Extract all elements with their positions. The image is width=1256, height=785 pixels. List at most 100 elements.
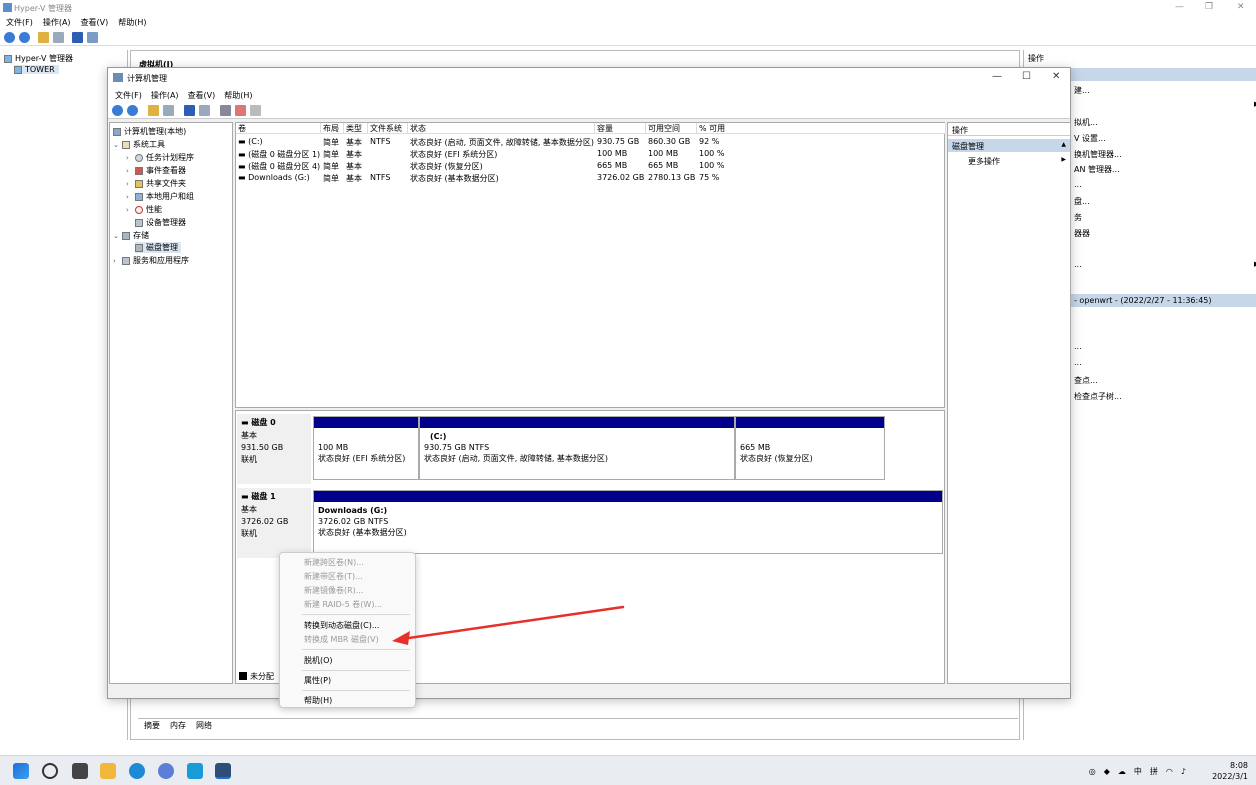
col-percent-free[interactable]: % 可用 [697, 123, 946, 134]
menu-file[interactable]: 文件(F) [115, 90, 142, 101]
action-item[interactable]: 换机管理器... [1074, 149, 1122, 160]
menu-offline[interactable]: 脱机(O) [304, 655, 333, 666]
forward-icon[interactable] [19, 32, 30, 43]
partition-efi[interactable]: 100 MB 状态良好 (EFI 系统分区) [313, 416, 419, 480]
back-icon[interactable] [4, 32, 15, 43]
action-item[interactable]: 建... [1074, 85, 1090, 96]
tree-tower[interactable]: TOWER [14, 65, 59, 74]
ime-mode[interactable]: 拼 [1150, 766, 1158, 777]
start-icon[interactable] [13, 763, 29, 779]
action-item[interactable]: V 设置... [1074, 133, 1106, 144]
col-free[interactable]: 可用空间 [646, 123, 697, 134]
chevron-down-icon[interactable]: ⌄ [113, 141, 122, 149]
tree-disk-management[interactable]: 磁盘管理 [135, 242, 181, 253]
tree-event-viewer[interactable]: › 事件查看器 [126, 165, 186, 176]
list-icon[interactable] [250, 105, 261, 116]
disk0-label[interactable]: ▬ 磁盘 0 基本 931.50 GB 联机 [237, 414, 311, 484]
console-tree-icon[interactable] [53, 32, 64, 43]
action-item[interactable]: 器器 [1074, 228, 1090, 239]
hyperv-task-icon[interactable] [215, 763, 231, 779]
menu-action[interactable]: 操作(A) [151, 90, 179, 101]
close-icon[interactable]: ✕ [1237, 2, 1245, 12]
chevron-right-icon[interactable]: › [126, 154, 135, 162]
menu-view[interactable]: 查看(V) [81, 17, 109, 28]
action-item[interactable]: 务 [1074, 212, 1082, 223]
tab-network[interactable]: 网络 [196, 720, 212, 731]
tree-performance[interactable]: › 性能 [126, 204, 162, 215]
network-status-icon[interactable]: ◎ [1089, 767, 1096, 776]
menu-help[interactable]: 帮助(H) [224, 90, 252, 101]
tree-task-scheduler[interactable]: › 任务计划程序 [126, 152, 194, 163]
check-icon[interactable] [235, 105, 246, 116]
col-status[interactable]: 状态 [408, 123, 595, 134]
action-item[interactable]: ... [1074, 180, 1082, 189]
tree-hyperv-root[interactable]: Hyper-V 管理器 [4, 53, 73, 64]
cloud-icon[interactable]: ☁ [1118, 767, 1126, 776]
tree-local-users[interactable]: › 本地用户和组 [126, 191, 194, 202]
collapse-icon[interactable]: ▲ [1061, 141, 1066, 148]
volume-icon[interactable]: ♪ [1181, 767, 1186, 776]
tree-services-apps[interactable]: › 服务和应用程序 [113, 255, 189, 266]
chevron-right-icon[interactable]: › [126, 193, 135, 201]
action-item[interactable]: 盘... [1074, 196, 1090, 207]
file-explorer-icon[interactable] [100, 763, 116, 779]
menu-convert-dynamic[interactable]: 转换到动态磁盘(C)... [304, 620, 379, 631]
help-icon[interactable] [184, 105, 195, 116]
ime-indicator[interactable]: 中 [1134, 766, 1142, 777]
action-item[interactable]: AN 管理器... [1074, 164, 1120, 175]
partition-downloads[interactable]: Downloads (G:) 3726.02 GB NTFS 状态良好 (基本数… [313, 490, 943, 554]
close-icon[interactable]: ✕ [1052, 71, 1060, 82]
vm-action-item[interactable]: 检查点子树... [1074, 391, 1122, 402]
menu-file[interactable]: 文件(F) [6, 17, 33, 28]
tree-shared-folders[interactable]: › 共享文件夹 [126, 178, 186, 189]
vm-action-item[interactable]: 查点... [1074, 375, 1098, 386]
col-layout[interactable]: 布局 [321, 123, 344, 134]
menu-help[interactable]: 帮助(H) [304, 695, 332, 706]
menu-action[interactable]: 操作(A) [43, 17, 71, 28]
tree-device-manager[interactable]: 设备管理器 [135, 217, 186, 228]
col-capacity[interactable]: 容量 [595, 123, 646, 134]
menu-help[interactable]: 帮助(H) [118, 17, 146, 28]
forward-icon[interactable] [127, 105, 138, 116]
vm-action-item[interactable]: ... [1074, 358, 1082, 367]
search-icon[interactable] [42, 763, 58, 779]
minimize-icon[interactable]: — [992, 71, 1002, 82]
partition-c[interactable]: (C:) 930.75 GB NTFS 状态良好 (启动, 页面文件, 故障转储… [419, 416, 735, 480]
restore-icon[interactable]: ❐ [1205, 2, 1213, 12]
store-icon[interactable] [187, 763, 203, 779]
minimize-icon[interactable]: — [1175, 2, 1184, 12]
col-volume[interactable]: 卷 [236, 123, 321, 134]
back-icon[interactable] [112, 105, 123, 116]
console-tree-icon[interactable] [163, 105, 174, 116]
task-view-icon[interactable] [72, 763, 88, 779]
more-actions[interactable]: 更多操作 ▶ [948, 154, 1070, 167]
action-item[interactable]: 拟机... [1074, 117, 1098, 128]
browser-icon[interactable] [158, 763, 174, 779]
security-icon[interactable]: ◆ [1104, 767, 1110, 776]
tab-summary[interactable]: 摘要 [144, 720, 160, 731]
tree-storage[interactable]: ⌄ 存储 [113, 230, 149, 241]
col-type[interactable]: 类型 [344, 123, 368, 134]
up-folder-icon[interactable] [38, 32, 49, 43]
menu-properties[interactable]: 属性(P) [304, 675, 331, 686]
view-icon[interactable] [199, 105, 210, 116]
chevron-right-icon[interactable]: › [126, 206, 135, 214]
connect-icon[interactable] [220, 105, 231, 116]
up-folder-icon[interactable] [148, 105, 159, 116]
vm-action-item[interactable]: ... [1074, 342, 1082, 351]
clock[interactable]: 8:08 2022/3/1 [1212, 760, 1248, 782]
tab-memory[interactable]: 内存 [170, 720, 186, 731]
tree-root[interactable]: 计算机管理(本地) [113, 126, 186, 137]
edge-icon[interactable] [129, 763, 145, 779]
partition-recovery[interactable]: 665 MB 状态良好 (恢复分区) [735, 416, 885, 480]
maximize-icon[interactable]: ☐ [1022, 71, 1031, 82]
col-filesystem[interactable]: 文件系统 [368, 123, 408, 134]
chevron-right-icon[interactable]: › [126, 180, 135, 188]
action-item[interactable]: ... [1074, 260, 1082, 269]
chevron-right-icon[interactable]: › [113, 257, 122, 265]
chevron-right-icon[interactable]: › [126, 167, 135, 175]
properties-icon[interactable] [87, 32, 98, 43]
actions-disk-management[interactable]: 磁盘管理 ▲ [948, 139, 1070, 152]
wifi-icon[interactable]: ◠ [1166, 767, 1173, 776]
chevron-down-icon[interactable]: ⌄ [113, 232, 122, 240]
